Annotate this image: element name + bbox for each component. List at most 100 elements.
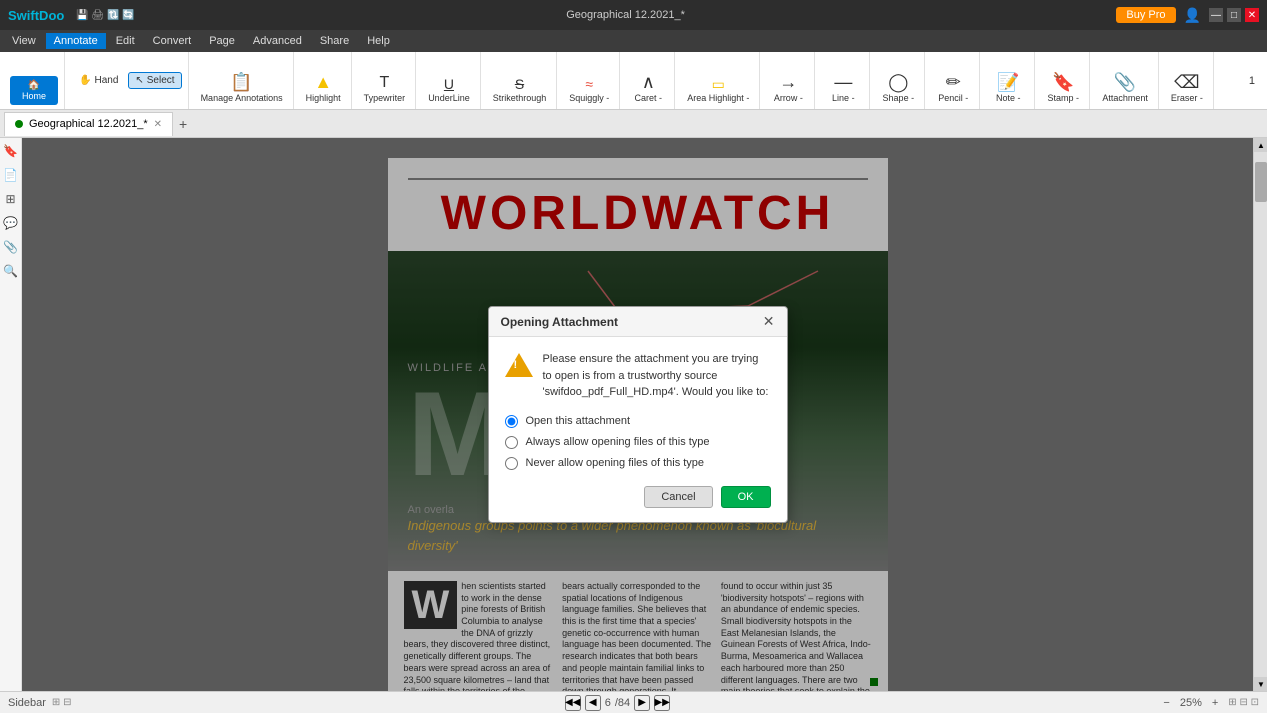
manage-annotations-label: Manage Annotations — [201, 93, 283, 103]
sidebar-search-icon[interactable]: 🔍 — [2, 262, 20, 280]
right-scrollbar: ▲ ▼ — [1253, 138, 1267, 691]
highlight-button[interactable]: ▲ Highlight — [302, 71, 345, 105]
scroll-thumb[interactable] — [1255, 162, 1267, 202]
modal-options: Open this attachment Always allow openin… — [505, 415, 771, 470]
ribbon-group-area-highlight: ▭ Area Highlight - — [677, 52, 760, 109]
select-icon: ↖ — [135, 75, 143, 86]
close-tab-button[interactable]: ✕ — [154, 119, 162, 130]
highlight-icon: ▲ — [314, 73, 332, 91]
layout-icons: ⊞ ⊟ — [52, 697, 72, 708]
strikethrough-button[interactable]: S Strikethrough — [489, 75, 551, 105]
shape-label: Shape - — [883, 93, 915, 103]
modal-title: Opening Attachment — [501, 315, 619, 329]
zoom-out-button[interactable]: − — [1163, 697, 1169, 709]
pencil-button[interactable]: ✏ Pencil - — [933, 71, 973, 105]
menu-advanced[interactable]: Advanced — [245, 33, 310, 49]
current-page[interactable]: 6 — [605, 697, 611, 709]
scroll-down-button[interactable]: ▼ — [1254, 677, 1267, 691]
option-never-allow-label: Never allow opening files of this type — [526, 457, 705, 469]
attachment-button[interactable]: 📎 Attachment — [1098, 71, 1152, 105]
toolbar-icons: 💾 🖨 🔃 🔄 — [76, 10, 134, 21]
area-highlight-button[interactable]: ▭ Area Highlight - — [683, 75, 753, 105]
strikethrough-label: Strikethrough — [493, 93, 547, 103]
modified-indicator — [15, 120, 23, 128]
next-page-button[interactable]: ▶ — [634, 695, 650, 711]
caret-button[interactable]: ∧ Caret - — [628, 71, 668, 105]
menu-convert[interactable]: Convert — [145, 33, 200, 49]
total-pages: /84 — [615, 697, 630, 709]
select-button[interactable]: ↖ Select — [128, 72, 181, 89]
eraser-button[interactable]: ⌫ Eraser - — [1167, 71, 1207, 105]
hand-button[interactable]: ✋ Hand — [73, 73, 124, 88]
window-title: Geographical 12.2021_* — [566, 9, 685, 21]
modal-overlay: Opening Attachment ✕ Please ensure the a… — [22, 138, 1253, 691]
stamp-button[interactable]: 🔖 Stamp - — [1043, 71, 1083, 105]
option-never-allow[interactable]: Never allow opening files of this type — [505, 457, 771, 470]
note-button[interactable]: 📝 Note - — [988, 71, 1028, 105]
arrow-label: Arrow - — [774, 93, 803, 103]
menu-view[interactable]: View — [4, 33, 44, 49]
main-layout: 🔖 📄 ⊞ 💬 📎 🔍 WORLDWATCH — [0, 138, 1267, 691]
sidebar-thumbnail-icon[interactable]: ⊞ — [2, 190, 20, 208]
window-controls: — □ ✕ — [1209, 8, 1259, 22]
arrow-button[interactable]: → Arrow - — [768, 71, 808, 105]
menu-edit[interactable]: Edit — [108, 33, 143, 49]
menu-share[interactable]: Share — [312, 33, 357, 49]
manage-annotations-icon: 📋 — [230, 73, 252, 91]
shape-button[interactable]: ◯ Shape - — [878, 71, 918, 105]
menu-help[interactable]: Help — [359, 33, 398, 49]
line-label: Line - — [832, 93, 855, 103]
zoom-level: 25% — [1180, 697, 1202, 709]
option-always-allow[interactable]: Always allow opening files of this type — [505, 436, 771, 449]
home-button[interactable]: 🏠 Home — [10, 76, 58, 105]
ribbon-group-hand-select: ✋ Hand ↖ Select — [67, 52, 189, 109]
sidebar-attachment-icon[interactable]: 📎 — [2, 238, 20, 256]
cancel-button[interactable]: Cancel — [644, 486, 712, 508]
maximize-button[interactable]: □ — [1227, 8, 1241, 22]
scroll-up-button[interactable]: ▲ — [1254, 138, 1267, 152]
ribbon: 🏠 Home ✋ Hand ↖ Select 📋 Manage Annotati… — [0, 52, 1267, 110]
prev-page-button[interactable]: ◀ — [585, 695, 601, 711]
top-right: Buy Pro 👤 — □ ✕ — [1116, 7, 1259, 24]
ok-button[interactable]: OK — [721, 486, 771, 508]
title-bar-left: SwiftDoo 💾 🖨 🔃 🔄 — [8, 8, 135, 23]
radio-open-attachment[interactable] — [505, 415, 518, 428]
option-open-attachment-label: Open this attachment — [526, 415, 631, 427]
first-page-button[interactable]: ◀◀ — [565, 695, 581, 711]
ribbon-page-indicator: 1 — [1249, 52, 1263, 109]
ribbon-group-caret: ∧ Caret - — [622, 52, 675, 109]
sidebar-page-icon[interactable]: 📄 — [2, 166, 20, 184]
squiggly-button[interactable]: ≈ Squiggly - — [565, 75, 613, 105]
menu-page[interactable]: Page — [201, 33, 243, 49]
manage-annotations-button[interactable]: 📋 Manage Annotations — [197, 71, 287, 105]
arrow-icon: → — [779, 73, 797, 91]
sidebar-comment-icon[interactable]: 💬 — [2, 214, 20, 232]
last-page-button[interactable]: ▶▶ — [654, 695, 670, 711]
line-button[interactable]: — Line - — [823, 71, 863, 105]
radio-always-allow[interactable] — [505, 436, 518, 449]
attachment-icon: 📎 — [1114, 73, 1136, 91]
typewriter-button[interactable]: T Typewriter — [360, 73, 410, 105]
user-icon[interactable]: 👤 — [1184, 7, 1201, 24]
ribbon-group-line: — Line - — [817, 52, 870, 109]
zoom-in-button[interactable]: + — [1212, 697, 1218, 709]
sidebar-toggle-label[interactable]: Sidebar — [8, 697, 46, 709]
minimize-button[interactable]: — — [1209, 8, 1223, 22]
option-open-attachment[interactable]: Open this attachment — [505, 415, 771, 428]
note-label: Note - — [996, 93, 1021, 103]
menu-annotate[interactable]: Annotate — [46, 33, 106, 49]
modal-message: Please ensure the attachment you are try… — [543, 351, 771, 401]
area-highlight-icon: ▭ — [712, 77, 725, 91]
ribbon-group-arrow: → Arrow - — [762, 52, 815, 109]
status-bar: Sidebar ⊞ ⊟ ◀◀ ◀ 6 /84 ▶ ▶▶ − 25% + ⊞ ⊟ … — [0, 691, 1267, 713]
ribbon-group-shape: ◯ Shape - — [872, 52, 925, 109]
new-tab-button[interactable]: + — [173, 114, 193, 134]
buy-pro-button[interactable]: Buy Pro — [1116, 7, 1175, 23]
scroll-track — [1254, 152, 1267, 677]
modal-close-button[interactable]: ✕ — [763, 313, 775, 330]
sidebar-bookmark-icon[interactable]: 🔖 — [2, 142, 20, 160]
underline-button[interactable]: U UnderLine — [424, 75, 474, 105]
radio-never-allow[interactable] — [505, 457, 518, 470]
close-button[interactable]: ✕ — [1245, 8, 1259, 22]
doc-tab[interactable]: Geographical 12.2021_* ✕ — [4, 112, 173, 136]
